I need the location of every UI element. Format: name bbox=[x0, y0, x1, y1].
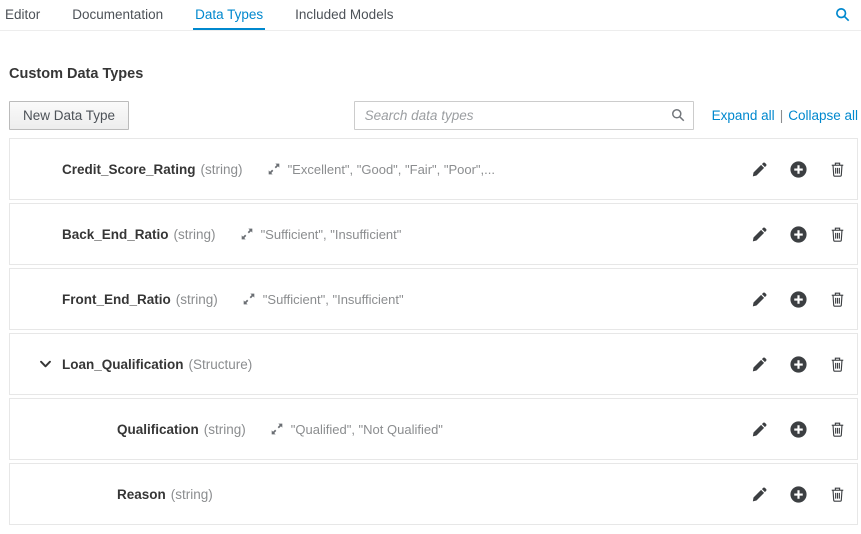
plus-circle-icon[interactable] bbox=[788, 290, 808, 308]
page-title: Custom Data Types bbox=[9, 66, 144, 82]
constraint-icon bbox=[268, 163, 280, 175]
constraint-values: "Sufficient", "Insufficient" bbox=[260, 226, 402, 242]
data-type-kind: (string) bbox=[203, 421, 246, 437]
data-type-kind: (string) bbox=[200, 161, 243, 177]
pencil-icon[interactable] bbox=[749, 227, 769, 242]
link-separator: | bbox=[779, 108, 784, 123]
collapse-all-link[interactable]: Collapse all bbox=[788, 108, 858, 123]
data-type-row: Qualification (string) "Qualified", "Not… bbox=[9, 398, 858, 460]
data-type-name: Reason bbox=[117, 486, 166, 502]
data-type-row: Reason (string) bbox=[9, 463, 858, 525]
tab-included-models[interactable]: Included Models bbox=[293, 0, 395, 30]
new-data-type-button[interactable]: New Data Type bbox=[9, 101, 130, 130]
data-types-list: Credit_Score_Rating (string) "Excellent"… bbox=[9, 138, 858, 525]
constraint-group: "Qualified", "Not Qualified" bbox=[271, 422, 443, 437]
trash-icon[interactable] bbox=[827, 487, 847, 502]
trash-icon[interactable] bbox=[827, 422, 847, 437]
data-type-row: Credit_Score_Rating (string) "Excellent"… bbox=[9, 138, 858, 200]
tab-documentation[interactable]: Documentation bbox=[70, 0, 165, 30]
data-type-kind: (string) bbox=[175, 291, 218, 307]
chevron-down-icon[interactable] bbox=[39, 358, 52, 371]
data-type-kind: (string) bbox=[170, 486, 213, 502]
data-type-name: Qualification bbox=[117, 421, 199, 437]
plus-circle-icon[interactable] bbox=[788, 420, 808, 438]
trash-icon[interactable] bbox=[827, 227, 847, 242]
pencil-icon[interactable] bbox=[749, 357, 769, 372]
constraint-icon bbox=[241, 228, 253, 240]
data-type-name: Loan_Qualification bbox=[62, 356, 184, 372]
constraint-group: "Excellent", "Good", "Fair", "Poor",... bbox=[268, 162, 495, 177]
pencil-icon[interactable] bbox=[749, 292, 769, 307]
data-type-kind: (string) bbox=[173, 226, 216, 242]
constraint-values: "Qualified", "Not Qualified" bbox=[290, 421, 443, 437]
tab-editor[interactable]: Editor bbox=[3, 0, 42, 30]
data-type-row: Front_End_Ratio (string) "Sufficient", "… bbox=[9, 268, 858, 330]
tab-bar: Editor Documentation Data Types Included… bbox=[0, 0, 861, 31]
plus-circle-icon[interactable] bbox=[788, 355, 808, 373]
data-type-name: Front_End_Ratio bbox=[62, 291, 171, 307]
plus-circle-icon[interactable] bbox=[788, 225, 808, 243]
trash-icon[interactable] bbox=[827, 292, 847, 307]
constraint-values: "Sufficient", "Insufficient" bbox=[262, 291, 404, 307]
data-type-row: Loan_Qualification (Structure) bbox=[9, 333, 858, 395]
data-type-name: Credit_Score_Rating bbox=[62, 161, 196, 177]
search-field-wrap bbox=[353, 101, 694, 130]
constraint-values: "Excellent", "Good", "Fair", "Poor",... bbox=[287, 161, 495, 177]
constraint-icon bbox=[243, 293, 255, 305]
pencil-icon[interactable] bbox=[749, 162, 769, 177]
data-type-name: Back_End_Ratio bbox=[62, 226, 169, 242]
constraint-icon bbox=[271, 423, 283, 435]
expand-all-link[interactable]: Expand all bbox=[712, 108, 775, 123]
search-input[interactable] bbox=[353, 101, 694, 130]
plus-circle-icon[interactable] bbox=[788, 485, 808, 503]
data-type-row: Back_End_Ratio (string) "Sufficient", "I… bbox=[9, 203, 858, 265]
plus-circle-icon[interactable] bbox=[788, 160, 808, 178]
data-types-page: Editor Documentation Data Types Included… bbox=[0, 0, 861, 534]
constraint-group: "Sufficient", "Insufficient" bbox=[241, 226, 402, 242]
toolbar: New Data Type Expand all | Collapse all bbox=[9, 101, 858, 130]
pencil-icon[interactable] bbox=[749, 487, 769, 502]
constraint-group: "Sufficient", "Insufficient" bbox=[243, 292, 404, 307]
trash-icon[interactable] bbox=[827, 357, 847, 372]
pencil-icon[interactable] bbox=[749, 422, 769, 437]
trash-icon[interactable] bbox=[827, 162, 847, 177]
data-type-kind: (Structure) bbox=[188, 356, 253, 372]
tab-data-types[interactable]: Data Types bbox=[193, 0, 266, 30]
search-icon[interactable] bbox=[835, 7, 850, 22]
expand-collapse-links: Expand all | Collapse all bbox=[712, 108, 858, 123]
